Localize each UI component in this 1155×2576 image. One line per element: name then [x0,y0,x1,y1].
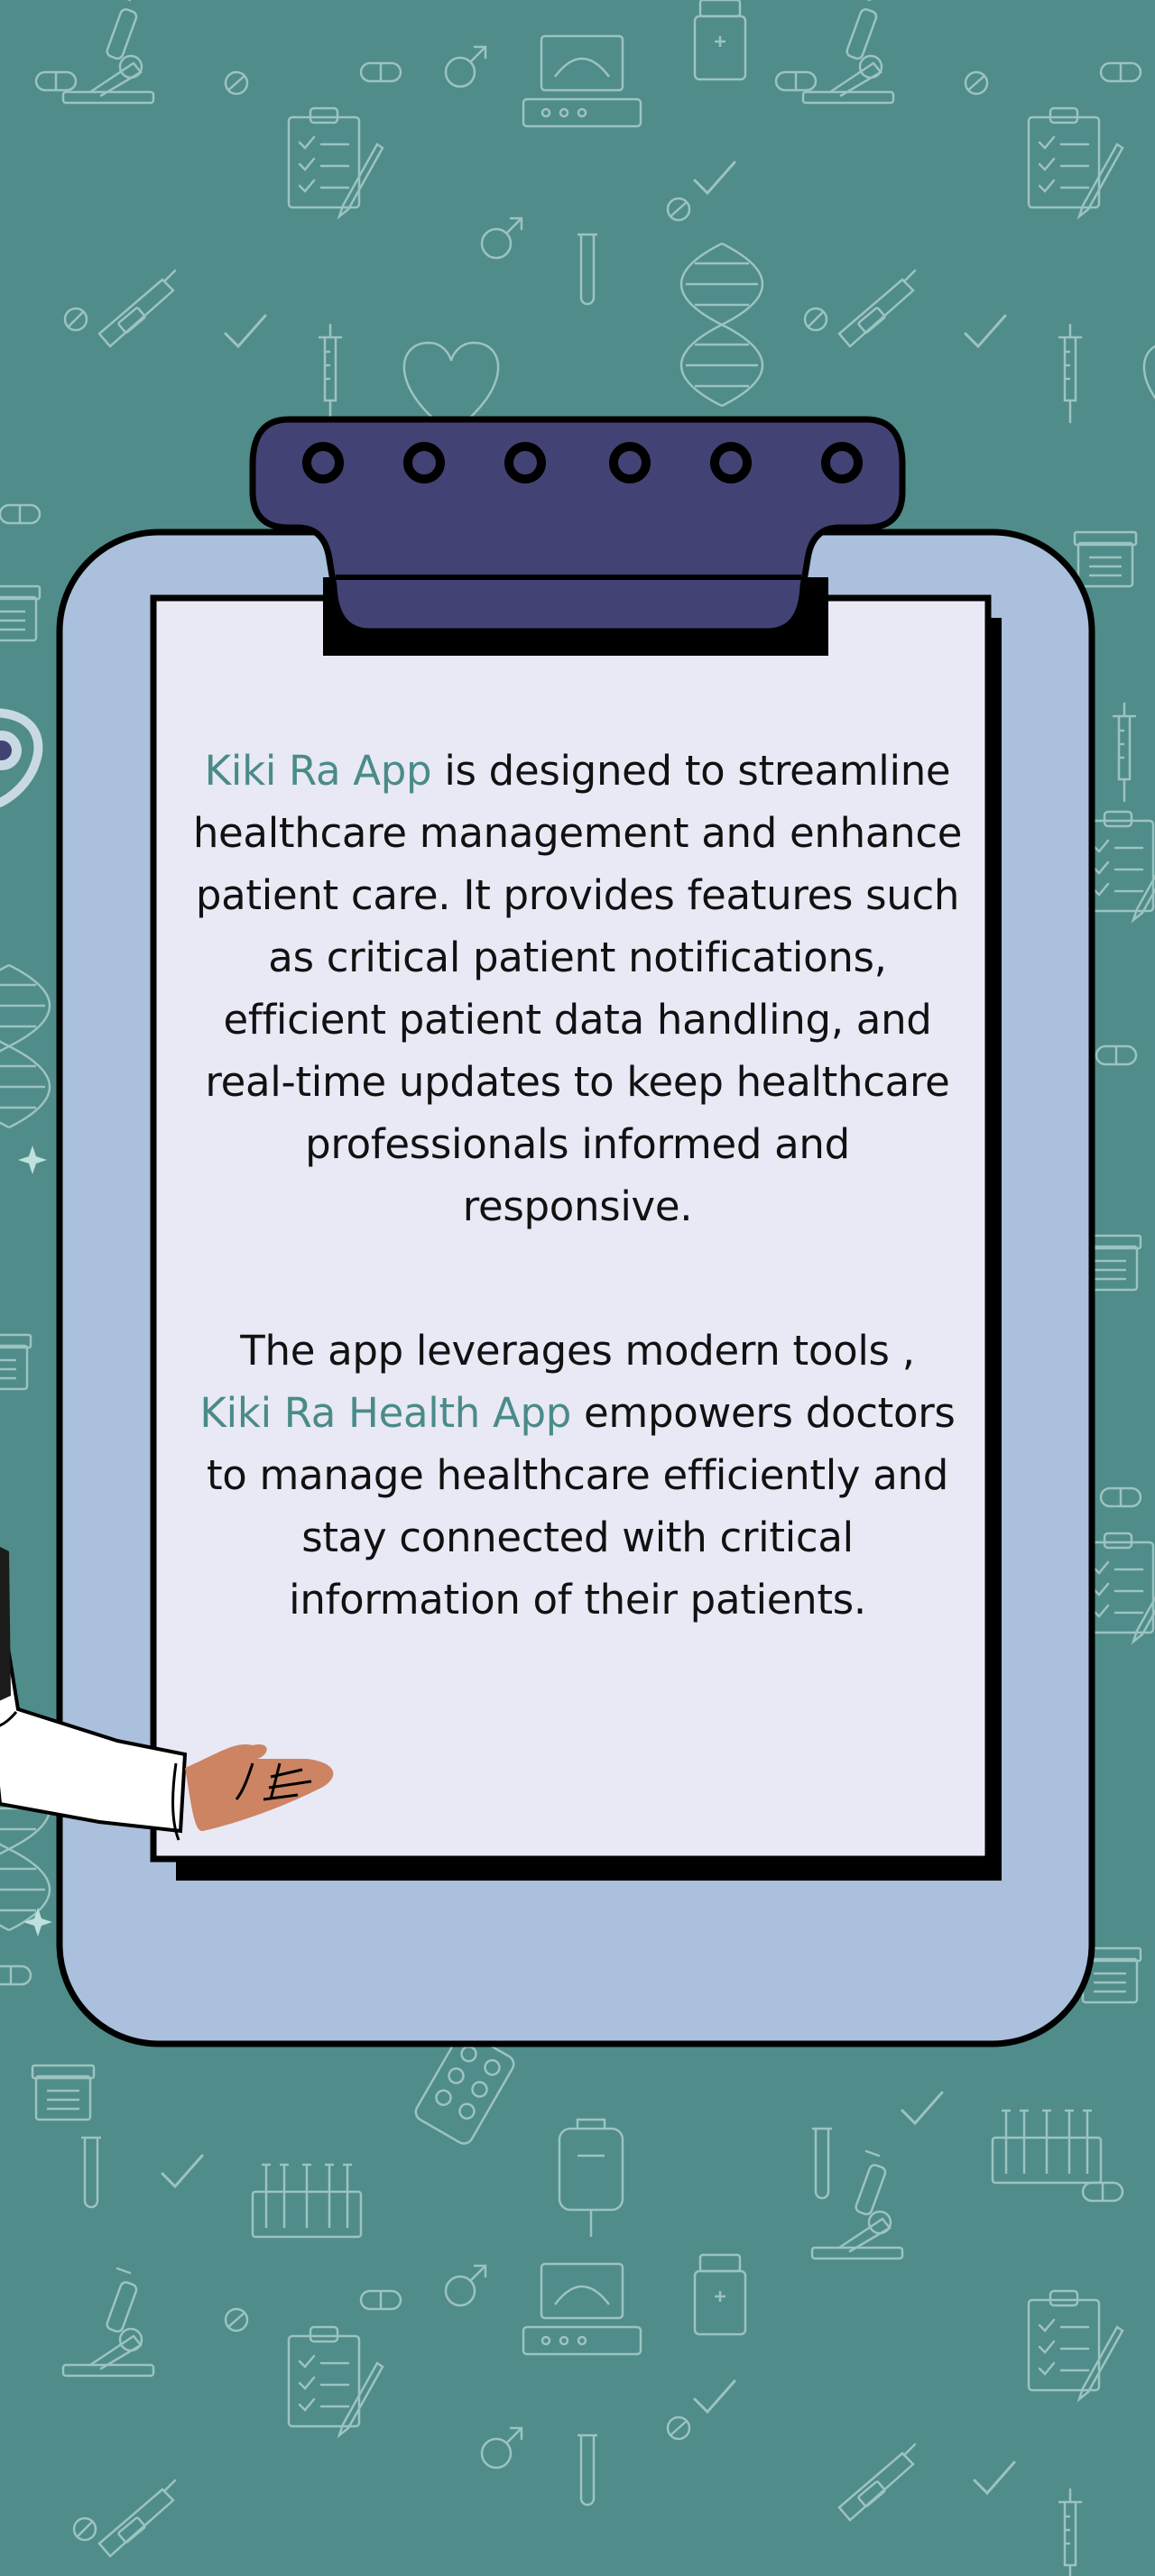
app-name-highlight: Kiki Ra App [204,747,432,795]
paragraph-1-body: is designed to streamline healthcare man… [192,747,963,1230]
description-paragraph-2: The app leverages modern tools , Kiki Ra … [185,1320,970,1631]
health-app-name-highlight: Kiki Ra Health App [199,1389,572,1437]
clipboard-text: Kiki Ra App is designed to streamline he… [185,740,970,1631]
clipboard-clip [249,416,906,656]
paragraph-2-lead: The app leverages modern tools , [240,1327,915,1375]
description-paragraph-1: Kiki Ra App is designed to streamline he… [185,740,970,1237]
